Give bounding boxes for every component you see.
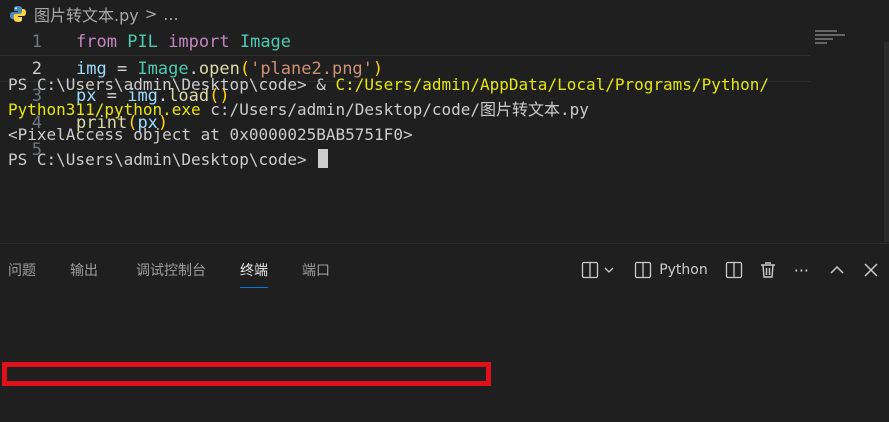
terminal-cursor: [318, 149, 329, 168]
minimap[interactable]: [813, 28, 873, 48]
code-token: from: [76, 31, 117, 52]
terminal-split-icon: [635, 261, 652, 279]
panel-tabs: 问题 输出 调试控制台 终端 端口: [0, 244, 330, 296]
chevron-down-icon: [604, 267, 614, 273]
code-token: Image: [239, 31, 292, 52]
breadcrumb-file[interactable]: 图片转文本.py: [34, 2, 139, 26]
code-text: from PIL import Image: [76, 32, 291, 52]
code-token: PIL: [127, 31, 158, 52]
code-token: import: [168, 31, 230, 52]
close-panel-button[interactable]: [861, 255, 881, 285]
breadcrumb-ellipsis[interactable]: ...: [163, 5, 178, 24]
terminal-prompt-line: PS C:\Users\admin\Desktop\code>: [8, 147, 888, 172]
terminal-line: Python311/python.exe c:/Users/admin/Desk…: [8, 100, 589, 119]
tab-output[interactable]: 输出: [70, 244, 98, 296]
terminal-output[interactable]: PS C:\Users\admin\Desktop\code> & C:/Use…: [8, 72, 888, 172]
panel-toolbar: Python ···: [580, 244, 889, 296]
terminal-instance[interactable]: Python: [633, 255, 708, 285]
tab-ports[interactable]: 端口: [302, 244, 330, 296]
split-icon: [582, 261, 599, 279]
kill-terminal-button[interactable]: [758, 255, 778, 285]
bottom-panel: 问题 输出 调试控制台 终端 端口 Python ···: [0, 243, 889, 422]
more-actions-button[interactable]: ···: [794, 255, 809, 285]
highlight-box: [2, 362, 491, 386]
chevron-up-icon: [830, 265, 844, 274]
code-line[interactable]: 1 from PIL import Image: [0, 28, 810, 55]
breadcrumb: 图片转文本.py > ...: [0, 0, 889, 28]
tab-terminal[interactable]: 终端: [240, 244, 268, 296]
trash-icon: [760, 262, 775, 278]
terminal-name: Python: [659, 262, 708, 278]
maximize-panel-button[interactable]: [827, 255, 847, 285]
python-file-icon: [10, 6, 26, 22]
terminal-output-line: <PixelAccess object at 0x0000025BAB5751F…: [8, 125, 413, 144]
split-editor-icon: [725, 261, 742, 279]
tab-debug-console[interactable]: 调试控制台: [136, 244, 206, 296]
split-button[interactable]: [724, 255, 744, 285]
line-number: 1: [31, 31, 42, 52]
breadcrumb-separator: >: [144, 5, 158, 23]
more-icon: ···: [793, 260, 809, 280]
close-icon: [864, 263, 878, 277]
tab-problems[interactable]: 问题: [8, 244, 36, 296]
split-terminal-dropdown[interactable]: [580, 255, 615, 285]
terminal-line: PS C:\Users\admin\Desktop\code> & C:/Use…: [8, 75, 769, 94]
